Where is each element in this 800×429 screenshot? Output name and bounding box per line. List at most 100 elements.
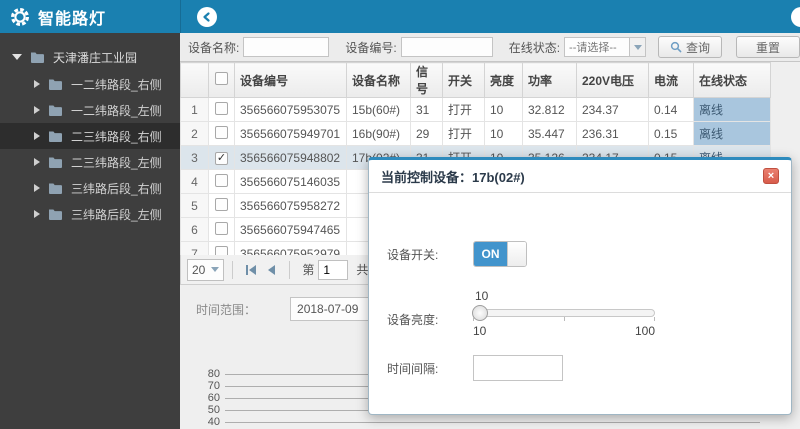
row-checkbox[interactable] — [215, 221, 228, 235]
row-checkbox[interactable] — [215, 101, 228, 115]
toggle-on-label: ON — [474, 242, 507, 266]
online-status-label: 在线状态: — [508, 40, 561, 55]
sidebar-item[interactable]: 一二纬路段_右侧 — [0, 71, 180, 97]
interval-label: 时间间隔: — [387, 361, 439, 376]
device-control-modal: 当前控制设备：17b(02#) × 设备开关: ON 设备亮度: 10 10 1… — [368, 157, 792, 415]
caret-right-icon[interactable] — [34, 184, 40, 192]
sidebar-item[interactable]: 三纬路后段_左侧 — [0, 201, 180, 227]
slider-track[interactable] — [472, 305, 655, 321]
slider-tick-mark — [473, 317, 474, 321]
close-icon[interactable]: × — [763, 168, 779, 184]
brightness-min-label: 10 — [473, 324, 487, 338]
row-checkbox-cell — [208, 169, 235, 194]
brightness-slider: 10 10 100 — [472, 289, 655, 338]
sidebar-item-label: 二三纬路段_右侧 — [71, 129, 162, 144]
sidebar-item-label: 三纬路后段_右侧 — [71, 181, 162, 196]
device-id-input[interactable] — [400, 37, 493, 57]
reset-button[interactable]: 重置 — [736, 36, 800, 58]
row-checkbox[interactable] — [215, 173, 228, 187]
collapse-back-button[interactable] — [197, 7, 217, 27]
column-header: 设备编号 — [234, 62, 347, 98]
slider-range-labels: 10 100 — [473, 324, 655, 338]
sidebar-item-label: 一二纬路段_左侧 — [71, 103, 162, 118]
interval-row: 时间间隔: — [387, 355, 563, 381]
row-checkbox[interactable] — [215, 197, 228, 211]
cell-name: 15b(60#) — [346, 97, 411, 122]
column-header: 电流 — [648, 62, 694, 98]
folder-icon — [48, 156, 63, 169]
time-range-label: 时间范围： — [196, 302, 257, 317]
sidebar-item[interactable]: 二三纬路段_右侧 — [0, 123, 180, 149]
row-checkbox[interactable]: ✓ — [215, 152, 228, 165]
online-status-select[interactable]: --请选择-- — [564, 37, 647, 57]
column-header: 信号 — [410, 62, 443, 98]
sidebar-item-label: 一二纬路段_右侧 — [71, 77, 162, 92]
caret-right-icon[interactable] — [34, 132, 40, 140]
pager-divider — [289, 260, 291, 279]
reset-button-label: 重置 — [756, 40, 781, 55]
edge-nav-button[interactable] — [791, 7, 800, 27]
page-size-value: 20 — [192, 262, 206, 277]
device-name-input[interactable] — [243, 37, 330, 57]
first-page-button[interactable] — [241, 260, 261, 280]
page-number-input[interactable] — [318, 259, 349, 280]
online-status-selected-value: --请选择-- — [569, 42, 617, 54]
column-header: 220V电压 — [576, 62, 649, 98]
cell-signal: 29 — [410, 121, 443, 146]
modal-title: 当前控制设备：17b(02#) — [381, 169, 525, 185]
prev-page-button[interactable] — [261, 260, 281, 280]
app-window: 智能路灯 天津潘庄工业园 一二纬路段_右侧 一二纬路段_左侧 二三纬路段_右侧 二三纬… — [0, 0, 800, 429]
row-index: 5 — [180, 193, 209, 218]
folder-icon — [48, 78, 63, 91]
modal-header[interactable]: 当前控制设备：17b(02#) × — [369, 160, 791, 193]
sidebar-item[interactable]: 三纬路后段_右侧 — [0, 175, 180, 201]
search-button[interactable]: 查询 — [658, 36, 723, 58]
sidebar-root-label: 天津潘庄工业园 — [53, 50, 138, 65]
row-index: 3 — [180, 145, 209, 170]
table-row: 1 356566075953075 15b(60#) 31 打开 10 32.812 234.… — [180, 97, 771, 122]
device-id-label: 设备编号: — [345, 40, 397, 55]
column-header-index — [180, 62, 209, 98]
cell-brightness: 10 — [484, 97, 523, 122]
folder-icon — [48, 104, 63, 117]
sidebar-root-node[interactable]: 天津潘庄工业园 — [0, 43, 180, 71]
row-checkbox[interactable] — [215, 125, 228, 139]
sidebar-item-label: 二三纬路段_左侧 — [71, 155, 162, 170]
interval-input[interactable] — [473, 355, 563, 381]
cell-device_id: 356566075146035 — [234, 169, 347, 194]
toggle-knob[interactable] — [507, 242, 526, 266]
sidebar: 智能路灯 天津潘庄工业园 一二纬路段_右侧 一二纬路段_左侧 二三纬路段_右侧 二三纬… — [0, 0, 180, 429]
caret-right-icon[interactable] — [34, 106, 40, 114]
select-all-checkbox[interactable] — [215, 72, 228, 85]
time-range-row: 时间范围： — [180, 297, 386, 321]
cell-brightness: 10 — [484, 121, 523, 146]
caret-right-icon[interactable] — [34, 80, 40, 88]
sidebar-item[interactable]: 一二纬路段_左侧 — [0, 97, 180, 123]
search-icon — [670, 41, 682, 53]
y-tick-label: 40 — [207, 416, 220, 428]
page-size-select[interactable]: 20 — [187, 258, 225, 281]
caret-right-icon[interactable] — [34, 158, 40, 166]
brightness-row: 设备亮度: — [387, 311, 473, 328]
chevron-down-icon — [633, 44, 642, 50]
sidebar-tree: 天津潘庄工业园 一二纬路段_右侧 一二纬路段_左侧 二三纬路段_右侧 二三纬路段_左侧… — [0, 33, 180, 227]
modal-body: 设备开关: ON 设备亮度: 10 10 100 时间间隔: — [369, 193, 791, 415]
y-tick-label: 80 — [207, 368, 220, 380]
combo-arrow-button[interactable] — [629, 38, 646, 56]
sidebar-header: 智能路灯 — [0, 0, 180, 33]
caret-right-icon[interactable] — [34, 210, 40, 218]
search-button-label: 查询 — [686, 40, 711, 55]
cell-device_id: 356566075953075 — [234, 97, 347, 122]
cell-switch: 打开 — [442, 121, 485, 146]
cell-device_id: 356566075947465 — [234, 217, 347, 242]
sidebar-item[interactable]: 二三纬路段_左侧 — [0, 149, 180, 175]
top-toolbar — [180, 0, 800, 33]
cell-status: 离线 — [693, 121, 771, 146]
brightness-label: 设备亮度: — [387, 313, 439, 327]
sidebar-item-label: 三纬路后段_左侧 — [71, 207, 162, 222]
row-index: 2 — [180, 121, 209, 146]
cell-status: 离线 — [693, 97, 771, 122]
chevron-left-icon — [203, 12, 210, 22]
device-switch-toggle[interactable]: ON — [473, 241, 527, 267]
caret-down-icon[interactable] — [12, 54, 22, 60]
